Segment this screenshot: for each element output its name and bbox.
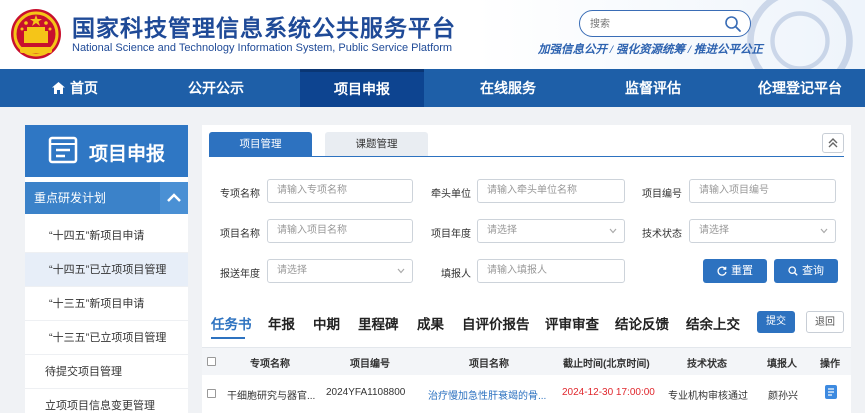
return-button[interactable]: 退回 xyxy=(806,311,844,333)
sidebar-title: 项目申报 xyxy=(89,144,166,165)
subtab-self-eval[interactable]: 自评价报告 xyxy=(462,313,530,333)
column-header: 技术状态 xyxy=(687,359,727,370)
query-label: 查询 xyxy=(802,265,824,277)
nav-item-home[interactable]: 首页 xyxy=(30,69,120,107)
subtab-achievement[interactable]: 成果 xyxy=(417,313,444,333)
label-tech-status: 技术状态 xyxy=(642,229,682,240)
row-checkbox[interactable] xyxy=(207,389,216,398)
sidebar-item-145-manage[interactable]: “十四五”已立项项目管理 xyxy=(25,253,188,287)
nav-item-public[interactable]: 公开公示 xyxy=(170,69,262,107)
subtab-annual-report[interactable]: 年报 xyxy=(268,313,295,333)
nav-item-project-apply[interactable]: 项目申报 xyxy=(300,69,424,107)
sidebar-group-label: 重点研发计划 xyxy=(34,191,107,205)
cell-special: 干细胞研究与器官... xyxy=(227,391,316,402)
tab-project-manage[interactable]: 项目管理 xyxy=(209,132,312,156)
label-project-name: 项目名称 xyxy=(220,229,260,240)
project-name-input[interactable]: 请输入项目名称 xyxy=(267,219,413,243)
tab-divider xyxy=(209,156,844,157)
reset-button[interactable]: 重置 xyxy=(703,259,767,283)
subtab-milestone[interactable]: 里程碑 xyxy=(358,313,399,333)
column-header: 项目名称 xyxy=(469,359,509,370)
subtab-task-book[interactable]: 任务书 xyxy=(211,313,252,333)
cell-reporter: 颜孙兴 xyxy=(768,391,798,402)
home-icon xyxy=(52,82,65,94)
column-header: 项目编号 xyxy=(350,359,390,370)
cell-deadline: 2024-12-30 17:00:00 xyxy=(562,387,655,398)
chevron-down-icon xyxy=(397,268,405,274)
select-value: 请选择 xyxy=(487,225,517,236)
main-nav: 首页 公开公示 项目申报 在线服务 监督评估 伦理登记平台 xyxy=(0,69,865,107)
column-header: 操作 xyxy=(820,359,840,370)
sidebar-item-pending[interactable]: 待提交项目管理 xyxy=(25,355,188,389)
site-subtitle: National Science and Technology Informat… xyxy=(72,42,453,54)
submit-year-select[interactable]: 请选择 xyxy=(267,259,413,283)
chevron-down-icon xyxy=(609,228,617,234)
column-header: 截止时间(北京时间) xyxy=(563,359,650,370)
subtab-review[interactable]: 评审审查 xyxy=(545,313,599,333)
subtab-surplus[interactable]: 结余上交 xyxy=(686,313,740,333)
chevron-container xyxy=(160,182,188,214)
chevron-down-icon xyxy=(820,228,828,234)
select-all-checkbox[interactable] xyxy=(207,357,216,366)
reset-label: 重置 xyxy=(731,265,753,277)
column-header: 填报人 xyxy=(767,359,797,370)
site-title: 国家科技管理信息系统公共服务平台 xyxy=(72,15,456,41)
label-reporter: 填报人 xyxy=(441,269,471,280)
nav-item-supervision[interactable]: 监督评估 xyxy=(608,69,698,107)
subtab-feedback[interactable]: 结论反馈 xyxy=(615,313,669,333)
table-header: 专项名称 项目编号 项目名称 截止时间(北京时间) 技术状态 填报人 操作 xyxy=(202,347,851,375)
sidebar-item-135-manage[interactable]: “十三五”已立项项目管理 xyxy=(25,321,188,355)
slogan: 加强信息公开 / 强化资源统筹 / 推进公平公正 xyxy=(538,44,763,56)
watermark-emblem xyxy=(747,0,853,69)
search-box xyxy=(579,10,751,37)
sidebar-item-change[interactable]: 立项项目信息变更管理 xyxy=(25,389,188,413)
select-value: 请选择 xyxy=(277,265,307,276)
subtab-midterm[interactable]: 中期 xyxy=(313,313,340,333)
column-header: 专项名称 xyxy=(250,359,290,370)
project-number-input[interactable]: 请输入项目编号 xyxy=(689,179,836,203)
search-icon xyxy=(788,266,798,276)
label-special: 专项名称 xyxy=(220,189,260,200)
refresh-icon xyxy=(717,266,727,276)
active-subtab-indicator xyxy=(211,337,245,339)
national-emblem-icon xyxy=(11,9,61,59)
main-panel: 项目管理 课题管理 专项名称 请输入专项名称 牵头单位 请输入牵头单位名称 项目… xyxy=(202,125,851,413)
tab-topic-manage[interactable]: 课题管理 xyxy=(325,132,428,156)
sidebar-group-key-rd[interactable]: 重点研发计划 xyxy=(25,182,188,214)
label-project-no: 项目编号 xyxy=(642,189,682,200)
search-icon[interactable] xyxy=(724,15,742,33)
cell-project-number: 2024YFA1108800 xyxy=(326,387,406,398)
sidebar: 项目申报 重点研发计划 “十四五”新项目申请 “十四五”已立项项目管理 “十三五… xyxy=(25,125,188,413)
submit-button[interactable]: 提交 xyxy=(757,311,795,333)
sidebar-item-145-new[interactable]: “十四五”新项目申请 xyxy=(25,219,188,253)
label-lead-unit: 牵头单位 xyxy=(431,189,471,200)
chevron-up-icon xyxy=(167,193,181,202)
double-chevron-up-icon xyxy=(828,138,838,148)
query-button[interactable]: 查询 xyxy=(774,259,838,283)
edit-document-icon[interactable] xyxy=(824,384,838,400)
label-project-year: 项目年度 xyxy=(431,229,471,240)
nav-item-ethics[interactable]: 伦理登记平台 xyxy=(745,69,855,107)
select-value: 请选择 xyxy=(699,225,729,236)
tech-status-select[interactable]: 请选择 xyxy=(689,219,836,243)
search-input[interactable] xyxy=(590,16,720,32)
nav-item-online-service[interactable]: 在线服务 xyxy=(463,69,553,107)
reporter-input[interactable]: 请输入填报人 xyxy=(477,259,625,283)
collapse-button[interactable] xyxy=(822,133,844,153)
special-name-input[interactable]: 请输入专项名称 xyxy=(267,179,413,203)
sidebar-item-135-new[interactable]: “十三五”新项目申请 xyxy=(25,287,188,321)
label-submit-year: 报送年度 xyxy=(220,269,260,280)
document-list-icon xyxy=(48,136,78,164)
project-year-select[interactable]: 请选择 xyxy=(477,219,625,243)
cell-tech-status: 专业机构审核通过 xyxy=(668,391,748,402)
site-header: 国家科技管理信息系统公共服务平台 National Science and Te… xyxy=(0,0,865,69)
lead-unit-input[interactable]: 请输入牵头单位名称 xyxy=(477,179,625,203)
cell-project-name-link[interactable]: 治疗慢加急性肝衰竭的骨... xyxy=(428,387,546,402)
sidebar-header: 项目申报 xyxy=(25,125,188,177)
nav-item-label: 首页 xyxy=(70,80,98,96)
